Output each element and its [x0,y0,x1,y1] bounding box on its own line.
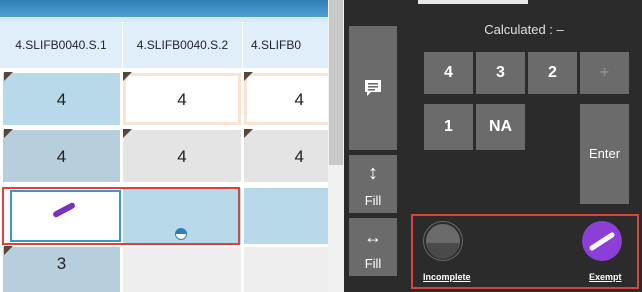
corner-marker [123,129,132,138]
fill-right-button[interactable]: ↔ Fill [349,218,397,276]
grid-cell[interactable]: 4 [243,129,328,183]
corner-marker [244,72,253,81]
exempt-label[interactable]: Exempt [589,272,622,282]
corner-marker [244,129,253,138]
key-3[interactable]: 3 [476,52,525,94]
comment-icon [365,80,381,96]
column-header[interactable]: 4.SLIFB0040.S.2 [123,22,243,68]
selection-outline [2,187,240,245]
fill-right-label: Fill [364,256,382,271]
grid-cell[interactable]: 4 [122,72,242,126]
header-row: 4.SLIFB0040.S.1 4.SLIFB0040.S.2 4.SLIFB0 [0,22,328,68]
slash-icon [589,232,615,251]
key-na[interactable]: NA [476,104,525,150]
key-1[interactable]: 1 [424,104,473,150]
horizontal-arrows-icon: ↔ [364,227,382,247]
grid-cell[interactable] [243,187,328,245]
key-plus[interactable]: + [580,52,629,94]
grid-cell[interactable] [243,246,328,292]
comment-button[interactable] [349,26,397,150]
grid-cell[interactable]: 4 [2,72,121,126]
score-grid: 4.SLIFB0040.S.1 4.SLIFB0040.S.2 4.SLIFB0… [0,0,328,292]
incomplete-button[interactable] [423,221,463,261]
corner-marker [4,246,13,255]
grid-cell[interactable]: 4 [243,72,328,126]
fill-down-button[interactable]: ↕ Fill [349,155,397,213]
exempt-button[interactable] [582,221,622,261]
corner-marker [4,72,13,81]
calculated-label: Calculated : – [484,22,564,37]
key-4[interactable]: 4 [424,52,473,94]
grid-top-band [0,0,328,22]
panel-top-strip [418,0,528,4]
column-header[interactable]: 4.SLIFB0 [243,22,328,68]
column-header[interactable]: 4.SLIFB0040.S.1 [0,22,123,68]
scrollbar-thumb[interactable] [329,0,343,165]
grid-cell[interactable] [122,246,242,292]
corner-marker [123,72,132,81]
vertical-arrows-icon: ↕ [368,162,378,184]
incomplete-label[interactable]: Incomplete [423,272,471,282]
corner-marker [4,129,13,138]
enter-button[interactable]: Enter [580,104,629,204]
half-circle-icon [424,222,462,260]
grid-cell[interactable]: 4 [122,129,242,183]
grid-cell[interactable]: 3 [2,246,121,292]
key-2[interactable]: 2 [528,52,577,94]
grid-cell[interactable]: 4 [2,129,121,183]
fill-down-label: Fill [364,193,382,208]
